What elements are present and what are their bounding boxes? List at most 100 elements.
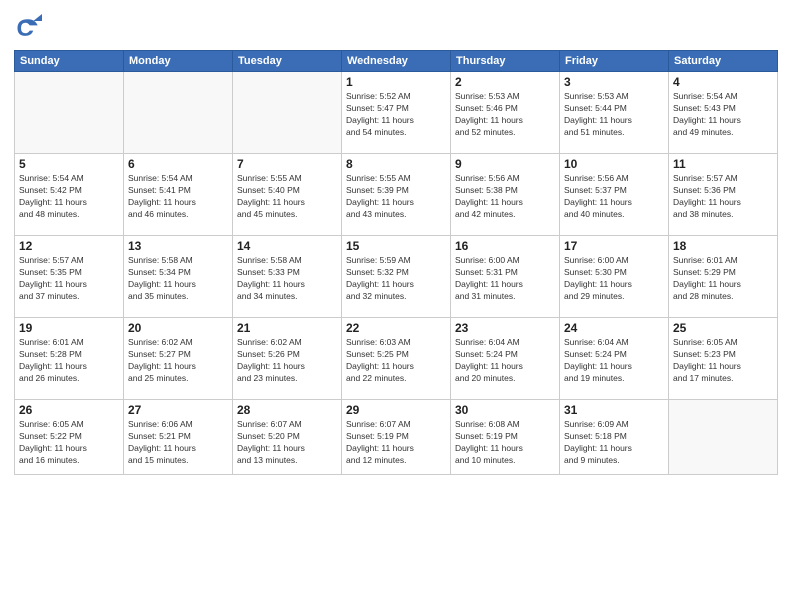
day-info: Sunrise: 6:04 AM Sunset: 5:24 PM Dayligh… — [455, 337, 555, 385]
day-number: 21 — [237, 321, 337, 335]
calendar-cell: 18 Sunrise: 6:01 AM Sunset: 5:29 PM Dayli… — [669, 236, 778, 318]
calendar-cell: 3 Sunrise: 5:53 AM Sunset: 5:44 PM Daylig… — [560, 72, 669, 154]
day-number: 18 — [673, 239, 773, 253]
day-info: Sunrise: 6:09 AM Sunset: 5:18 PM Dayligh… — [564, 419, 664, 467]
calendar-cell: 28 Sunrise: 6:07 AM Sunset: 5:20 PM Dayli… — [233, 400, 342, 475]
week-row-3: 12 Sunrise: 5:57 AM Sunset: 5:35 PM Dayli… — [15, 236, 778, 318]
calendar-cell: 17 Sunrise: 6:00 AM Sunset: 5:30 PM Dayli… — [560, 236, 669, 318]
calendar-cell — [669, 400, 778, 475]
calendar-cell: 12 Sunrise: 5:57 AM Sunset: 5:35 PM Dayli… — [15, 236, 124, 318]
calendar-cell: 19 Sunrise: 6:01 AM Sunset: 5:28 PM Dayli… — [15, 318, 124, 400]
weekday-header-sunday: Sunday — [15, 51, 124, 72]
day-number: 28 — [237, 403, 337, 417]
logo — [14, 14, 46, 42]
day-info: Sunrise: 5:57 AM Sunset: 5:35 PM Dayligh… — [19, 255, 119, 303]
day-number: 6 — [128, 157, 228, 171]
day-number: 23 — [455, 321, 555, 335]
calendar-cell: 5 Sunrise: 5:54 AM Sunset: 5:42 PM Daylig… — [15, 154, 124, 236]
day-number: 16 — [455, 239, 555, 253]
calendar-cell: 8 Sunrise: 5:55 AM Sunset: 5:39 PM Daylig… — [342, 154, 451, 236]
weekday-header-tuesday: Tuesday — [233, 51, 342, 72]
day-info: Sunrise: 6:02 AM Sunset: 5:27 PM Dayligh… — [128, 337, 228, 385]
header — [14, 10, 778, 42]
day-info: Sunrise: 5:53 AM Sunset: 5:46 PM Dayligh… — [455, 91, 555, 139]
calendar-cell: 13 Sunrise: 5:58 AM Sunset: 5:34 PM Dayli… — [124, 236, 233, 318]
day-number: 12 — [19, 239, 119, 253]
calendar-cell: 6 Sunrise: 5:54 AM Sunset: 5:41 PM Daylig… — [124, 154, 233, 236]
day-info: Sunrise: 5:55 AM Sunset: 5:40 PM Dayligh… — [237, 173, 337, 221]
calendar-cell: 22Sunrise: 6:03 AM Sunset: 5:25 PM Dayli… — [342, 318, 451, 400]
day-info: Sunrise: 5:56 AM Sunset: 5:37 PM Dayligh… — [564, 173, 664, 221]
day-info: Sunrise: 6:00 AM Sunset: 5:30 PM Dayligh… — [564, 255, 664, 303]
calendar-cell: 11Sunrise: 5:57 AM Sunset: 5:36 PM Dayli… — [669, 154, 778, 236]
calendar-cell: 24Sunrise: 6:04 AM Sunset: 5:24 PM Dayli… — [560, 318, 669, 400]
weekday-header-wednesday: Wednesday — [342, 51, 451, 72]
calendar-cell: 27 Sunrise: 6:06 AM Sunset: 5:21 PM Dayli… — [124, 400, 233, 475]
calendar-cell: 10 Sunrise: 5:56 AM Sunset: 5:37 PM Dayli… — [560, 154, 669, 236]
calendar-cell — [124, 72, 233, 154]
day-number: 17 — [564, 239, 664, 253]
weekday-header-row: SundayMondayTuesdayWednesdayThursdayFrid… — [15, 51, 778, 72]
day-number: 7 — [237, 157, 337, 171]
day-info: Sunrise: 6:05 AM Sunset: 5:23 PM Dayligh… — [673, 337, 773, 385]
day-info: Sunrise: 6:01 AM Sunset: 5:28 PM Dayligh… — [19, 337, 119, 385]
day-info: Sunrise: 5:54 AM Sunset: 5:43 PM Dayligh… — [673, 91, 773, 139]
day-number: 3 — [564, 75, 664, 89]
day-info: Sunrise: 6:00 AM Sunset: 5:31 PM Dayligh… — [455, 255, 555, 303]
calendar-cell: 9Sunrise: 5:56 AM Sunset: 5:38 PM Daylig… — [451, 154, 560, 236]
calendar-cell: 29 Sunrise: 6:07 AM Sunset: 5:19 PM Dayli… — [342, 400, 451, 475]
day-info: Sunrise: 5:57 AM Sunset: 5:36 PM Dayligh… — [673, 173, 773, 221]
calendar-cell: 4 Sunrise: 5:54 AM Sunset: 5:43 PM Daylig… — [669, 72, 778, 154]
calendar-cell — [15, 72, 124, 154]
week-row-4: 19 Sunrise: 6:01 AM Sunset: 5:28 PM Dayli… — [15, 318, 778, 400]
day-number: 13 — [128, 239, 228, 253]
calendar-cell: 14 Sunrise: 5:58 AM Sunset: 5:33 PM Dayli… — [233, 236, 342, 318]
calendar-cell — [233, 72, 342, 154]
day-info: Sunrise: 6:02 AM Sunset: 5:26 PM Dayligh… — [237, 337, 337, 385]
day-number: 5 — [19, 157, 119, 171]
calendar-cell: 23 Sunrise: 6:04 AM Sunset: 5:24 PM Dayli… — [451, 318, 560, 400]
day-info: Sunrise: 6:07 AM Sunset: 5:19 PM Dayligh… — [346, 419, 446, 467]
day-number: 8 — [346, 157, 446, 171]
day-number: 15 — [346, 239, 446, 253]
day-info: Sunrise: 6:08 AM Sunset: 5:19 PM Dayligh… — [455, 419, 555, 467]
calendar-cell: 16 Sunrise: 6:00 AM Sunset: 5:31 PM Dayli… — [451, 236, 560, 318]
day-number: 24 — [564, 321, 664, 335]
calendar-container: SundayMondayTuesdayWednesdayThursdayFrid… — [0, 0, 792, 483]
weekday-header-friday: Friday — [560, 51, 669, 72]
day-info: Sunrise: 5:55 AM Sunset: 5:39 PM Dayligh… — [346, 173, 446, 221]
calendar-cell: 15 Sunrise: 5:59 AM Sunset: 5:32 PM Dayli… — [342, 236, 451, 318]
day-info: Sunrise: 6:07 AM Sunset: 5:20 PM Dayligh… — [237, 419, 337, 467]
week-row-1: 1Sunrise: 5:52 AM Sunset: 5:47 PM Daylig… — [15, 72, 778, 154]
day-info: Sunrise: 6:06 AM Sunset: 5:21 PM Dayligh… — [128, 419, 228, 467]
day-number: 19 — [19, 321, 119, 335]
day-info: Sunrise: 5:54 AM Sunset: 5:41 PM Dayligh… — [128, 173, 228, 221]
calendar-cell: 20 Sunrise: 6:02 AM Sunset: 5:27 PM Dayli… — [124, 318, 233, 400]
weekday-header-thursday: Thursday — [451, 51, 560, 72]
day-number: 4 — [673, 75, 773, 89]
day-number: 26 — [19, 403, 119, 417]
day-number: 29 — [346, 403, 446, 417]
calendar-cell: 7 Sunrise: 5:55 AM Sunset: 5:40 PM Daylig… — [233, 154, 342, 236]
day-info: Sunrise: 5:54 AM Sunset: 5:42 PM Dayligh… — [19, 173, 119, 221]
day-number: 27 — [128, 403, 228, 417]
day-info: Sunrise: 6:03 AM Sunset: 5:25 PM Dayligh… — [346, 337, 446, 385]
day-info: Sunrise: 5:53 AM Sunset: 5:44 PM Dayligh… — [564, 91, 664, 139]
logo-icon — [14, 14, 42, 42]
day-info: Sunrise: 6:01 AM Sunset: 5:29 PM Dayligh… — [673, 255, 773, 303]
calendar-cell: 25Sunrise: 6:05 AM Sunset: 5:23 PM Dayli… — [669, 318, 778, 400]
day-info: Sunrise: 5:59 AM Sunset: 5:32 PM Dayligh… — [346, 255, 446, 303]
day-number: 14 — [237, 239, 337, 253]
week-row-2: 5 Sunrise: 5:54 AM Sunset: 5:42 PM Daylig… — [15, 154, 778, 236]
calendar-cell: 21 Sunrise: 6:02 AM Sunset: 5:26 PM Dayli… — [233, 318, 342, 400]
day-number: 30 — [455, 403, 555, 417]
day-number: 2 — [455, 75, 555, 89]
calendar-cell: 2 Sunrise: 5:53 AM Sunset: 5:46 PM Daylig… — [451, 72, 560, 154]
day-info: Sunrise: 5:52 AM Sunset: 5:47 PM Dayligh… — [346, 91, 446, 139]
day-number: 10 — [564, 157, 664, 171]
calendar-cell: 31Sunrise: 6:09 AM Sunset: 5:18 PM Dayli… — [560, 400, 669, 475]
day-info: Sunrise: 5:58 AM Sunset: 5:34 PM Dayligh… — [128, 255, 228, 303]
day-number: 20 — [128, 321, 228, 335]
day-info: Sunrise: 5:58 AM Sunset: 5:33 PM Dayligh… — [237, 255, 337, 303]
calendar-cell: 26Sunrise: 6:05 AM Sunset: 5:22 PM Dayli… — [15, 400, 124, 475]
